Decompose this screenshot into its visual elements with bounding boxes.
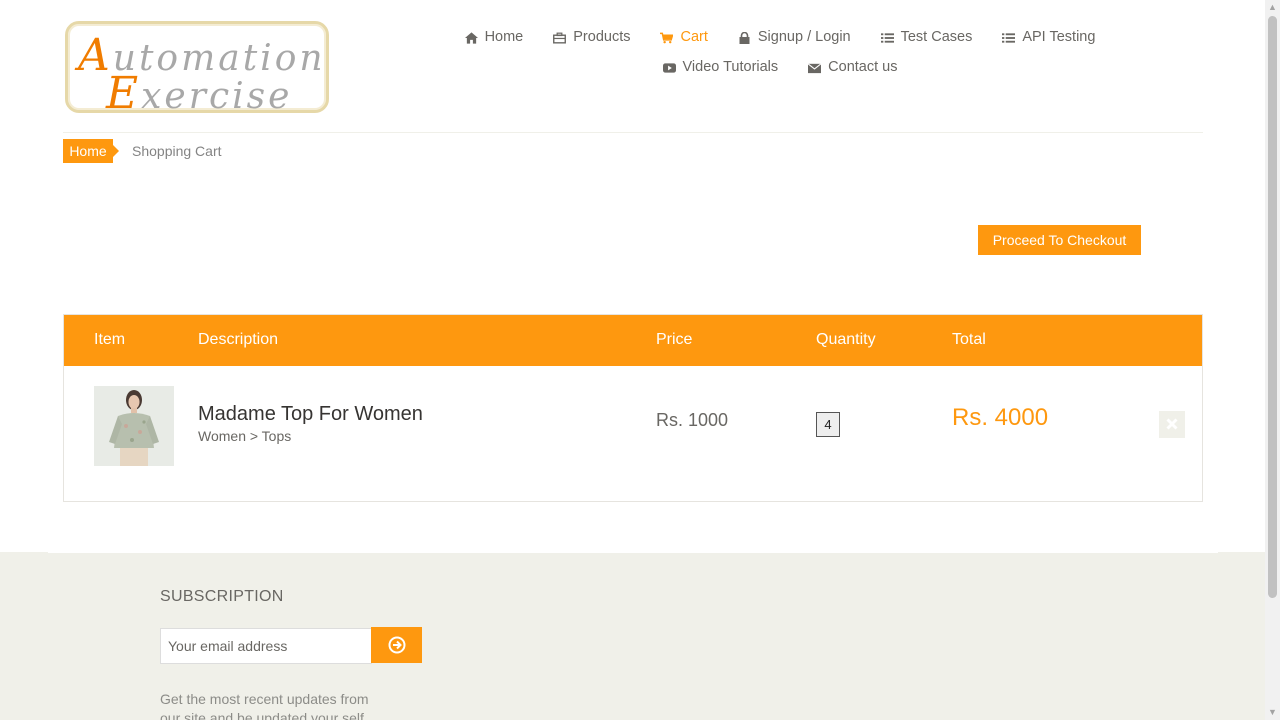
header-divider — [63, 132, 1203, 133]
nav-item-video-tutorials[interactable]: Video Tutorials — [662, 58, 779, 77]
scroll-down-arrow-icon[interactable]: ▼ — [1265, 705, 1280, 720]
close-icon — [1166, 418, 1178, 430]
product-thumbnail[interactable] — [94, 386, 174, 466]
breadcrumb-home[interactable]: Home — [63, 139, 119, 163]
nav-item-signup-login[interactable]: Signup / Login — [738, 28, 851, 47]
list-icon — [880, 32, 894, 43]
nav-label: Test Cases — [900, 29, 973, 45]
subscription-description: Get the most recent updates from our sit… — [160, 691, 376, 720]
breadcrumb-current: Shopping Cart — [132, 143, 222, 159]
nav-item-contact-us[interactable]: Contact us — [808, 58, 897, 77]
product-image — [94, 386, 174, 466]
logo-line-2: Exercise — [106, 68, 293, 119]
subscription-email-input[interactable] — [160, 628, 372, 664]
site-logo[interactable]: Automation Exercise — [65, 21, 329, 119]
product-name-link[interactable]: Madame Top For Women — [198, 403, 423, 426]
nav-item-api-testing[interactable]: API Testing — [1002, 28, 1095, 47]
subscription-title: SUBSCRIPTION — [160, 588, 284, 605]
proceed-to-checkout-button[interactable]: Proceed To Checkout — [978, 225, 1141, 255]
nav-label: Cart — [680, 29, 708, 45]
scrollbar-thumb[interactable] — [1268, 16, 1277, 598]
nav-item-products[interactable]: Products — [553, 28, 630, 47]
nav-label: Signup / Login — [757, 29, 851, 45]
envelope-icon — [808, 62, 822, 73]
header-total: Total — [952, 331, 986, 348]
nav-label: API Testing — [1022, 29, 1096, 45]
nav-item-test-cases[interactable]: Test Cases — [880, 28, 973, 47]
nav-row-2: Video Tutorials Contact us — [440, 58, 1120, 77]
nav-item-cart[interactable]: Cart — [660, 28, 708, 47]
product-category: Women > Tops — [198, 428, 292, 444]
product-total: Rs. 4000 — [952, 404, 1049, 431]
main-nav: Home Products Cart Signup / Login Test C… — [440, 28, 1120, 77]
nav-row-1: Home Products Cart Signup / Login Test C… — [440, 28, 1120, 47]
footer: SUBSCRIPTION Get the most recent updates… — [0, 552, 1265, 720]
footer-divider — [48, 552, 1218, 553]
cart-table: Item Description Price Quantity Total Ma… — [63, 314, 1203, 502]
nav-item-home[interactable]: Home — [464, 28, 524, 47]
arrow-circle-right-icon — [388, 636, 405, 654]
nav-label: Contact us — [828, 59, 898, 75]
header-item: Item — [94, 331, 126, 348]
delete-item-button[interactable] — [1159, 411, 1185, 438]
quantity-display: 4 — [816, 412, 840, 437]
vertical-scrollbar[interactable]: ▲ ▼ — [1265, 0, 1280, 720]
page: Automation Exercise Home Products Cart S… — [0, 0, 1265, 720]
header-quantity: Quantity — [816, 331, 876, 348]
subscribe-button[interactable] — [371, 627, 422, 663]
list-icon — [1002, 32, 1016, 43]
product-price: Rs. 1000 — [656, 410, 729, 430]
nav-label: Products — [573, 29, 631, 45]
home-icon — [464, 31, 478, 44]
nav-label: Home — [484, 29, 524, 45]
youtube-play-icon — [662, 62, 676, 73]
header-description: Description — [198, 331, 279, 348]
header-price: Price — [656, 331, 693, 348]
lock-icon — [739, 31, 750, 44]
scroll-up-arrow-icon[interactable]: ▲ — [1265, 0, 1280, 15]
nav-label: Video Tutorials — [682, 59, 779, 75]
cart-icon — [660, 32, 674, 43]
products-icon — [553, 32, 567, 44]
cart-table-header: Item Description Price Quantity Total — [64, 315, 1202, 366]
